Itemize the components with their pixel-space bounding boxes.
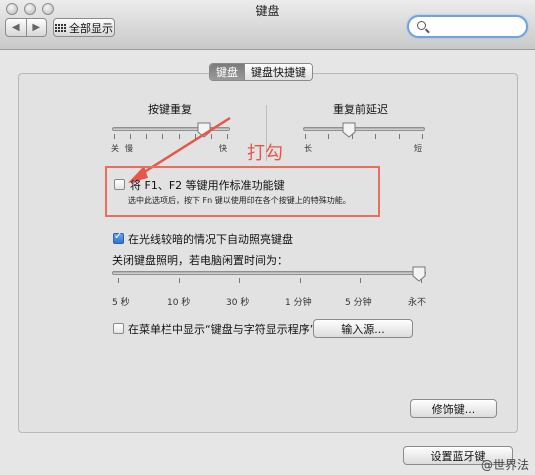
- back-forward-group: ◀ ▶: [5, 18, 47, 37]
- modifier-keys-button[interactable]: 修饰键...: [410, 399, 497, 418]
- search-icon: [417, 21, 426, 30]
- auto-brightness-checkbox[interactable]: [113, 231, 124, 244]
- backlight-tick-label: 30 秒: [226, 298, 250, 308]
- grid-icon: [55, 23, 66, 32]
- backlight-tick-label: 5 分钟: [345, 298, 372, 308]
- toolbar: 键盘 ◀ ▶ 全部显示: [0, 0, 535, 50]
- delay-title: 重复前延迟: [333, 103, 388, 116]
- backlight-tick-label: 5 秒: [112, 298, 130, 308]
- delay-min-label: 长: [304, 144, 312, 153]
- forward-button[interactable]: ▶: [25, 19, 47, 36]
- backlight-tick-label: 1 分钟: [285, 298, 312, 308]
- backlight-slider-thumb[interactable]: [412, 266, 426, 282]
- tab-keyboard[interactable]: 键盘: [210, 64, 244, 80]
- show-all-label: 全部显示: [69, 21, 113, 35]
- backlight-tick-label: 永不: [408, 298, 427, 308]
- backlight-slider-track[interactable]: [112, 271, 426, 275]
- fn-keys-label: 将 F1、F2 等键用作标准功能键: [130, 179, 285, 192]
- delay-max-label: 短: [414, 144, 422, 153]
- forward-arrow-icon: ▶: [32, 22, 41, 33]
- backlight-ticks: [118, 278, 422, 283]
- tab-bar: 键盘 键盘快捷键: [209, 63, 313, 81]
- watermark-text: @世界法: [480, 458, 529, 472]
- fn-keys-description: 选中此选项后，按下 Fn 键以使用印在各个按键上的特殊功能。: [128, 196, 351, 205]
- menubar-checkbox[interactable]: [113, 323, 124, 334]
- delay-slider-thumb[interactable]: [342, 122, 356, 138]
- delay-slider-track[interactable]: [303, 127, 425, 131]
- show-all-button[interactable]: 全部显示: [53, 18, 115, 37]
- tab-keyboard-shortcuts[interactable]: 键盘快捷键: [244, 64, 312, 80]
- menubar-label: 在菜单栏中显示“键盘与字符显示程序”: [128, 323, 316, 336]
- search-input[interactable]: [429, 19, 524, 34]
- delay-ticks: [305, 134, 423, 139]
- annotation-text: 打勾: [247, 143, 283, 164]
- fn-keys-checkbox[interactable]: [114, 179, 125, 190]
- backlight-off-title: 关闭键盘照明，若电脑闲置时间为：: [112, 254, 288, 267]
- keyboard-preferences-window: 键盘 ◀ ▶ 全部显示 键盘 键盘快捷键 按键重复 关 慢 快 重复前延迟 长 …: [0, 0, 535, 475]
- back-button[interactable]: ◀: [6, 19, 26, 36]
- input-sources-button[interactable]: 输入源...: [313, 319, 413, 338]
- back-arrow-icon: ◀: [11, 22, 20, 33]
- auto-brightness-label: 在光线较暗的情况下自动照亮键盘: [128, 233, 293, 246]
- backlight-tick-label: 10 秒: [167, 298, 191, 308]
- search-field[interactable]: [407, 15, 528, 38]
